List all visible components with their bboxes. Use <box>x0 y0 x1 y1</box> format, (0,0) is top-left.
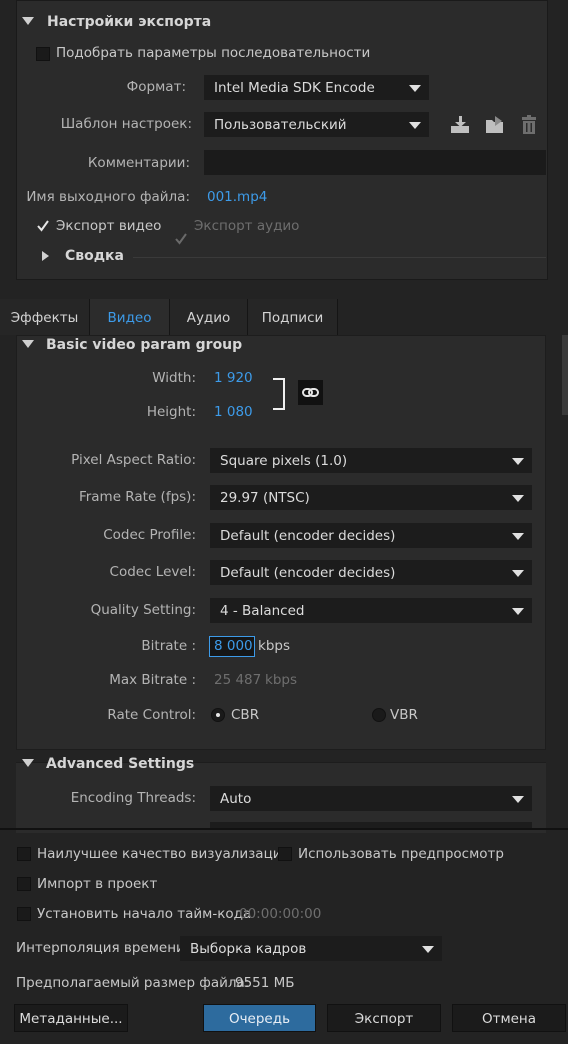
export-video-label: Экспорт видео <box>56 218 162 234</box>
threads-label: Encoding Threads: <box>70 790 196 806</box>
chevron-down-icon <box>512 795 524 803</box>
rate-cbr-radio[interactable] <box>211 708 225 722</box>
export-audio-checkbox[interactable] <box>174 232 187 245</box>
codec-level-dropdown[interactable]: Default (encoder decides) <box>210 560 532 585</box>
codec-profile-value: Default (encoder decides) <box>220 527 396 544</box>
format-dropdown[interactable]: Intel Media SDK Encode <box>204 75 429 100</box>
collapse-triangle-icon[interactable] <box>22 340 34 348</box>
scrollbar-thumb[interactable] <box>562 335 568 415</box>
rate-cbr-label: CBR <box>231 707 260 723</box>
use-previews-label: Использовать предпросмотр <box>298 846 504 862</box>
match-sequence-checkbox[interactable] <box>36 47 50 61</box>
rate-control-label: Rate Control: <box>107 707 196 723</box>
tab-bar: Эффекты Видео Аудио Подписи <box>0 299 568 335</box>
time-interp-value: Выборка кадров <box>190 940 307 957</box>
queue-button[interactable]: Очередь <box>203 1004 316 1032</box>
output-name-label: Имя выходного файла: <box>26 189 190 205</box>
output-name-link[interactable]: 001.mp4 <box>207 189 267 205</box>
set-timecode-checkbox[interactable] <box>17 907 31 921</box>
max-bitrate-label: Max Bitrate : <box>109 672 196 688</box>
chevron-down-icon <box>512 457 524 465</box>
delete-preset-icon[interactable] <box>519 114 539 136</box>
format-value: Intel Media SDK Encode <box>214 79 375 96</box>
chevron-down-icon <box>512 532 524 540</box>
bitrate-value: 8 000 <box>214 638 253 654</box>
bitrate-unit: kbps <box>258 638 290 654</box>
preset-value: Пользовательский <box>214 116 347 133</box>
quality-value: 4 - Balanced <box>220 602 305 619</box>
cancel-button[interactable]: Отмена <box>452 1004 566 1032</box>
width-value[interactable]: 1 920 <box>214 370 253 386</box>
pixel-aspect-dropdown[interactable]: Square pixels (1.0) <box>210 448 532 473</box>
save-preset-icon[interactable] <box>449 114 471 136</box>
preset-label: Шаблон настроек: <box>60 116 192 132</box>
basic-video-title: Basic video param group <box>46 337 243 353</box>
expand-triangle-icon[interactable] <box>42 251 49 261</box>
chevron-down-icon <box>409 84 421 92</box>
collapse-triangle-icon[interactable] <box>22 759 34 767</box>
divider <box>133 257 546 258</box>
export-settings-title: Настройки экспорта <box>47 14 212 30</box>
codec-level-value: Default (encoder decides) <box>220 564 396 581</box>
quality-dropdown[interactable]: 4 - Balanced <box>210 598 532 623</box>
chevron-down-icon <box>512 569 524 577</box>
import-project-checkbox[interactable] <box>17 877 31 891</box>
timecode-value: 00:00:00:00 <box>239 906 322 922</box>
threads-dropdown[interactable]: Auto <box>210 786 532 811</box>
chevron-down-icon <box>512 494 524 502</box>
chevron-down-icon <box>512 607 524 615</box>
divider <box>0 828 568 830</box>
match-sequence-label: Подобрать параметры последовательности <box>56 45 371 61</box>
export-button[interactable]: Экспорт <box>327 1004 441 1032</box>
link-bracket <box>272 378 286 410</box>
frame-rate-dropdown[interactable]: 29.97 (NTSC) <box>210 485 532 510</box>
import-preset-icon[interactable] <box>483 114 507 136</box>
comments-label: Комментарии: <box>87 155 190 171</box>
pixel-aspect-value: Square pixels (1.0) <box>220 452 348 469</box>
file-size-value: 9551 МБ <box>235 975 295 991</box>
set-timecode-label: Установить начало тайм-кода <box>37 906 252 922</box>
bitrate-label: Bitrate : <box>141 638 196 654</box>
advanced-title: Advanced Settings <box>46 756 195 772</box>
rate-vbr-radio[interactable] <box>372 708 386 722</box>
frame-rate-value: 29.97 (NTSC) <box>220 489 310 506</box>
tab-effects[interactable]: Эффекты <box>0 299 90 335</box>
max-render-quality-label: Наилучшее качество визуализации <box>37 846 291 862</box>
quality-label: Quality Setting: <box>90 602 196 618</box>
preset-dropdown[interactable]: Пользовательский <box>204 112 429 137</box>
link-icon[interactable] <box>298 380 323 405</box>
pixel-aspect-label: Pixel Aspect Ratio: <box>71 452 196 468</box>
comments-input[interactable] <box>204 150 546 175</box>
export-video-checkbox[interactable] <box>36 219 49 232</box>
width-label: Width: <box>152 370 196 386</box>
import-project-label: Импорт в проект <box>37 876 158 892</box>
rate-vbr-label: VBR <box>390 707 418 723</box>
summary-label: Сводка <box>65 248 125 264</box>
tab-captions[interactable]: Подписи <box>248 299 338 335</box>
time-interp-label: Интерполяция времени: <box>16 940 190 956</box>
tab-audio[interactable]: Аудио <box>170 299 248 335</box>
metadata-button[interactable]: Метаданные... <box>14 1004 128 1032</box>
export-settings-panel <box>16 0 548 280</box>
chevron-down-icon <box>422 945 434 953</box>
codec-profile-dropdown[interactable]: Default (encoder decides) <box>210 523 532 548</box>
codec-level-label: Codec Level: <box>109 564 196 580</box>
max-bitrate-unit: kbps <box>265 672 297 688</box>
export-audio-label: Экспорт аудио <box>194 218 300 234</box>
tab-video[interactable]: Видео <box>90 299 170 335</box>
threads-value: Auto <box>220 790 252 807</box>
bitrate-input[interactable]: 8 000 <box>209 636 255 657</box>
height-label: Height: <box>146 404 196 420</box>
collapse-triangle-icon[interactable] <box>22 17 34 25</box>
max-render-quality-checkbox[interactable] <box>17 847 31 861</box>
max-bitrate-value: 25 487 <box>214 672 262 688</box>
chevron-down-icon <box>409 121 421 129</box>
codec-profile-label: Codec Profile: <box>103 527 196 543</box>
file-size-label: Предполагаемый размер файла: <box>16 975 250 991</box>
use-previews-checkbox[interactable] <box>278 847 292 861</box>
time-interp-dropdown[interactable]: Выборка кадров <box>180 936 442 961</box>
height-value[interactable]: 1 080 <box>214 404 253 420</box>
format-label: Формат: <box>126 79 186 95</box>
frame-rate-label: Frame Rate (fps): <box>78 489 196 505</box>
